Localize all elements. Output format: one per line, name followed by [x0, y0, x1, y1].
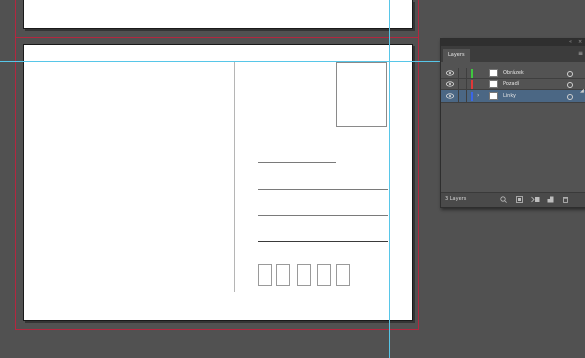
layer-color-swatch	[471, 80, 473, 89]
visibility-eye-icon[interactable]	[446, 70, 454, 76]
postcard-center-divider[interactable]	[234, 62, 235, 292]
target-icon[interactable]	[567, 94, 573, 100]
address-line[interactable]	[258, 241, 388, 242]
visibility-eye-icon[interactable]	[446, 93, 454, 99]
layer-row[interactable]: Obrázek	[441, 68, 585, 79]
target-icon[interactable]	[567, 82, 573, 88]
address-line[interactable]	[258, 215, 388, 216]
layer-color-swatch	[471, 92, 473, 101]
zip-code-box[interactable]	[276, 264, 290, 286]
layer-name[interactable]: Linky	[503, 90, 516, 102]
zip-code-box[interactable]	[297, 264, 311, 286]
layer-row-selected[interactable]: › Linky ◢	[441, 88, 585, 103]
close-panel-button[interactable]: ×	[578, 39, 582, 46]
make-clipping-mask-icon[interactable]	[516, 196, 523, 203]
illustrator-workspace[interactable]: « × Layers ≡ Obrázek Pozadí › Linky ◢ 3 …	[0, 0, 585, 358]
collapse-panel-button[interactable]: «	[569, 39, 572, 46]
target-icon[interactable]	[567, 71, 573, 77]
visibility-eye-icon[interactable]	[446, 81, 454, 87]
lock-toggle[interactable]	[458, 79, 467, 89]
stamp-box[interactable]	[336, 62, 387, 127]
panel-menu-icon[interactable]: ≡	[578, 51, 583, 57]
address-line[interactable]	[258, 162, 336, 163]
create-sublayer-icon[interactable]	[531, 196, 540, 203]
expand-arrow-icon[interactable]: ›	[477, 90, 479, 102]
panel-tabbar: Layers ≡	[441, 46, 585, 62]
layer-color-swatch	[471, 69, 473, 78]
panel-titlebar[interactable]: « ×	[441, 39, 585, 46]
delete-layer-icon[interactable]	[562, 196, 569, 203]
zip-code-box[interactable]	[336, 264, 350, 286]
selection-indicator-icon[interactable]: ◢	[580, 88, 584, 94]
layer-thumbnail	[489, 80, 498, 88]
layer-name[interactable]: Obrázek	[503, 68, 524, 78]
layer-count-label: 3 Layers	[445, 196, 467, 202]
layer-thumbnail	[489, 92, 498, 100]
lock-toggle[interactable]	[458, 90, 467, 102]
vertical-guide[interactable]	[389, 0, 390, 358]
address-line[interactable]	[258, 189, 388, 190]
layer-thumbnail	[489, 69, 498, 77]
create-new-layer-icon[interactable]	[547, 196, 554, 203]
zip-code-box[interactable]	[258, 264, 272, 286]
zip-code-box[interactable]	[317, 264, 331, 286]
locate-object-icon[interactable]	[500, 196, 507, 203]
panel-footer: 3 Layers	[441, 192, 585, 207]
lock-toggle[interactable]	[458, 68, 467, 78]
artboard-top[interactable]	[23, 0, 413, 29]
layers-panel[interactable]: « × Layers ≡ Obrázek Pozadí › Linky ◢ 3 …	[440, 38, 585, 208]
tab-layers[interactable]: Layers	[443, 49, 470, 62]
layer-row[interactable]: Pozadí	[441, 79, 585, 90]
layer-name[interactable]: Pozadí	[503, 79, 519, 89]
